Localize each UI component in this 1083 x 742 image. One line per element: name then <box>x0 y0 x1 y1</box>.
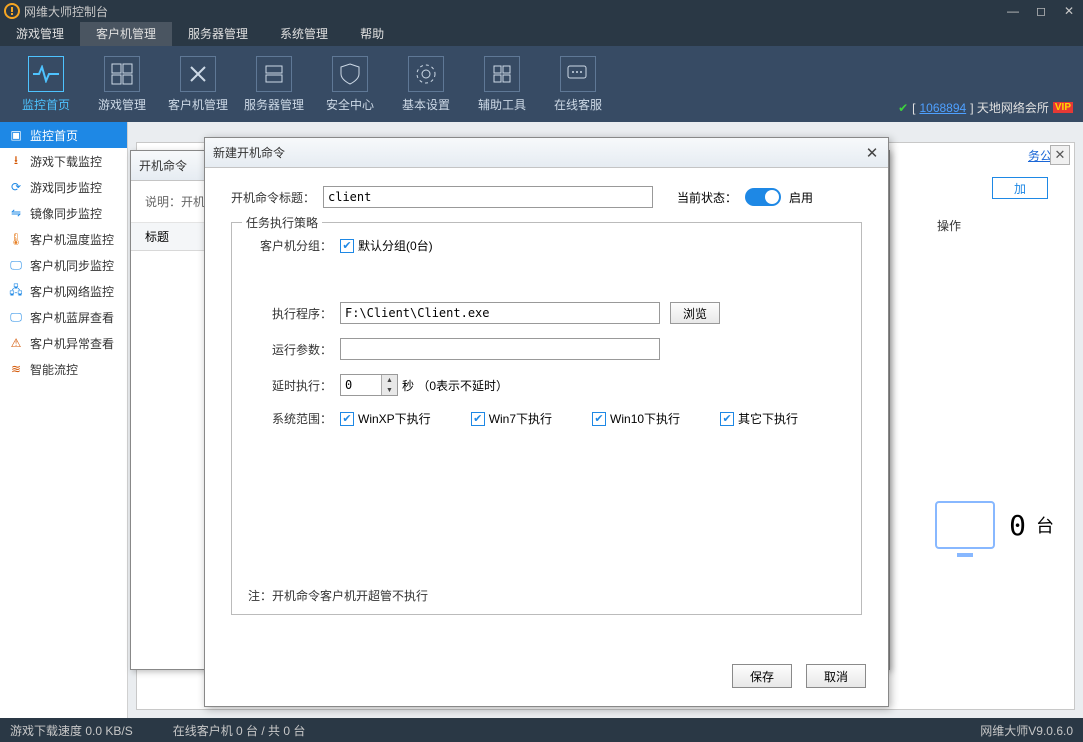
exec-label: 执行程序： <box>248 305 332 322</box>
tool-monitor-home[interactable]: 监控首页 <box>8 52 84 116</box>
app-logo-icon <box>4 3 20 19</box>
task-policy-fieldset: 任务执行策略 客户机分组： ✔默认分组(0台) 执行程序： 浏览 运行参数： 延… <box>231 222 862 615</box>
scope-other[interactable]: ✔其它下执行 <box>720 410 798 427</box>
sidebar-item-smart-flow[interactable]: ≋智能流控 <box>0 356 127 382</box>
sidebar-item-bluescreen[interactable]: 🖵客户机蓝屏查看 <box>0 304 127 330</box>
sidebar: ▣监控首页 ⭳游戏下载监控 ⟳游戏同步监控 ⇋镜像同步监控 🌡客户机温度监控 🖵… <box>0 122 128 718</box>
network-icon: 🖧 <box>8 283 24 299</box>
account-name: 天地网络会所 <box>977 99 1049 116</box>
sidebar-item-client-exception[interactable]: ⚠客户机异常查看 <box>0 330 127 356</box>
exec-path-input[interactable] <box>340 302 660 324</box>
thermometer-icon: 🌡 <box>8 231 24 247</box>
operation-header: 操作 <box>937 217 961 234</box>
server-icon <box>256 56 292 92</box>
dialog2-title[interactable]: 新建开机命令 <box>205 138 888 168</box>
sidebar-item-monitor-home[interactable]: ▣监控首页 <box>0 122 127 148</box>
toolbar: 监控首页 游戏管理 客户机管理 服务器管理 安全中心 基本设置 辅助工具 在线客… <box>0 46 1083 122</box>
menu-system[interactable]: 系统管理 <box>264 22 344 46</box>
status-label: 当前状态： <box>677 189 737 206</box>
window-title: 网维大师控制台 <box>24 3 108 20</box>
cmdtitle-label: 开机命令标题： <box>231 189 315 206</box>
tool-game-manage[interactable]: 游戏管理 <box>84 52 160 116</box>
scope-win10[interactable]: ✔Win10下执行 <box>592 410 680 427</box>
tools-icon <box>180 56 216 92</box>
window-minimize[interactable]: — <box>999 0 1027 22</box>
tool-assist[interactable]: 辅助工具 <box>464 52 540 116</box>
window-close[interactable]: ✕ <box>1055 0 1083 22</box>
sidebar-item-client-sync[interactable]: 🖵客户机同步监控 <box>0 252 127 278</box>
status-text: 启用 <box>789 189 813 206</box>
tool-basic-settings[interactable]: 基本设置 <box>388 52 464 116</box>
menu-game[interactable]: 游戏管理 <box>0 22 80 46</box>
chat-icon <box>560 56 596 92</box>
sidebar-item-client-temp[interactable]: 🌡客户机温度监控 <box>0 226 127 252</box>
tool-client-manage[interactable]: 客户机管理 <box>160 52 236 116</box>
sync-icon: ⟳ <box>8 179 24 195</box>
status-speed: 游戏下载速度 0.0 KB/S <box>10 722 133 739</box>
pulse-icon <box>28 56 64 92</box>
tool-security[interactable]: 安全中心 <box>312 52 388 116</box>
menu-help[interactable]: 帮助 <box>344 22 400 46</box>
grid-icon <box>484 56 520 92</box>
spin-down[interactable]: ▼ <box>381 385 397 395</box>
menu-bar: 游戏管理 客户机管理 服务器管理 系统管理 帮助 <box>0 22 1083 46</box>
dialog2-close-button[interactable]: ✕ <box>862 143 882 163</box>
window-maximize[interactable]: ◻ <box>1027 0 1055 22</box>
enable-toggle[interactable] <box>745 188 781 206</box>
client-count: 0 台 <box>935 501 1054 549</box>
cmdtitle-input[interactable] <box>323 186 653 208</box>
delay-suffix: 秒 （0表示不延时） <box>402 377 508 394</box>
scope-winxp[interactable]: ✔WinXP下执行 <box>340 410 431 427</box>
toolbar-status: ✔ [ 1068894 ] 天地网络会所 VIP <box>898 99 1073 116</box>
status-clients: 在线客户机 0 台 / 共 0 台 <box>173 722 306 739</box>
group-default-checkbox[interactable]: ✔默认分组(0台) <box>340 237 433 254</box>
group-label: 客户机分组： <box>248 237 332 254</box>
sidebar-item-game-sync[interactable]: ⟳游戏同步监控 <box>0 174 127 200</box>
menu-client[interactable]: 客户机管理 <box>80 22 172 46</box>
param-label: 运行参数： <box>248 341 332 358</box>
scope-win7[interactable]: ✔Win7下执行 <box>471 410 552 427</box>
monitor-sync-icon: 🖵 <box>8 257 24 273</box>
delay-spinner[interactable]: ▲▼ <box>340 374 398 396</box>
add-button[interactable]: 加 <box>992 177 1048 199</box>
browse-button[interactable]: 浏览 <box>670 302 720 324</box>
sidebar-item-mirror-sync[interactable]: ⇋镜像同步监控 <box>0 200 127 226</box>
fieldset-legend: 任务执行策略 <box>242 214 322 231</box>
cards-icon <box>104 56 140 92</box>
status-version: 网维大师V9.0.6.0 <box>980 722 1073 739</box>
status-bar: 游戏下载速度 0.0 KB/S 在线客户机 0 台 / 共 0 台 网维大师V9… <box>0 718 1083 742</box>
menu-server[interactable]: 服务器管理 <box>172 22 264 46</box>
flow-icon: ≋ <box>8 361 24 377</box>
gear-icon <box>408 56 444 92</box>
home-icon: ▣ <box>8 127 24 143</box>
sidebar-item-game-download[interactable]: ⭳游戏下载监控 <box>0 148 127 174</box>
check-icon: ✔ <box>898 101 908 115</box>
monitor-icon: 🖵 <box>8 309 24 325</box>
delay-input[interactable] <box>341 375 381 395</box>
account-id-link[interactable]: 1068894 <box>919 101 966 115</box>
tool-server-manage[interactable]: 服务器管理 <box>236 52 312 116</box>
tool-online-service[interactable]: 在线客服 <box>540 52 616 116</box>
title-bar: 网维大师控制台 — ◻ ✕ <box>0 0 1083 22</box>
warning-icon: ⚠ <box>8 335 24 351</box>
cancel-button[interactable]: 取消 <box>806 664 866 688</box>
shield-icon <box>332 56 368 92</box>
panel-close-button[interactable]: ✕ <box>1050 145 1070 165</box>
download-icon: ⭳ <box>8 153 24 169</box>
param-input[interactable] <box>340 338 660 360</box>
delay-label: 延时执行： <box>248 377 332 394</box>
vip-badge: VIP <box>1053 102 1073 113</box>
spin-up[interactable]: ▲ <box>381 375 397 385</box>
mirror-icon: ⇋ <box>8 205 24 221</box>
note-text: 注：开机命令客户机开超管不执行 <box>248 587 845 604</box>
save-button[interactable]: 保存 <box>732 664 792 688</box>
scope-label: 系统范围： <box>248 410 332 427</box>
dialog-new-startup-command: 新建开机命令 ✕ 开机命令标题： 当前状态： 启用 任务执行策略 客户机分组： … <box>204 137 889 707</box>
monitor-big-icon <box>935 501 995 549</box>
sidebar-item-client-network[interactable]: 🖧客户机网络监控 <box>0 278 127 304</box>
